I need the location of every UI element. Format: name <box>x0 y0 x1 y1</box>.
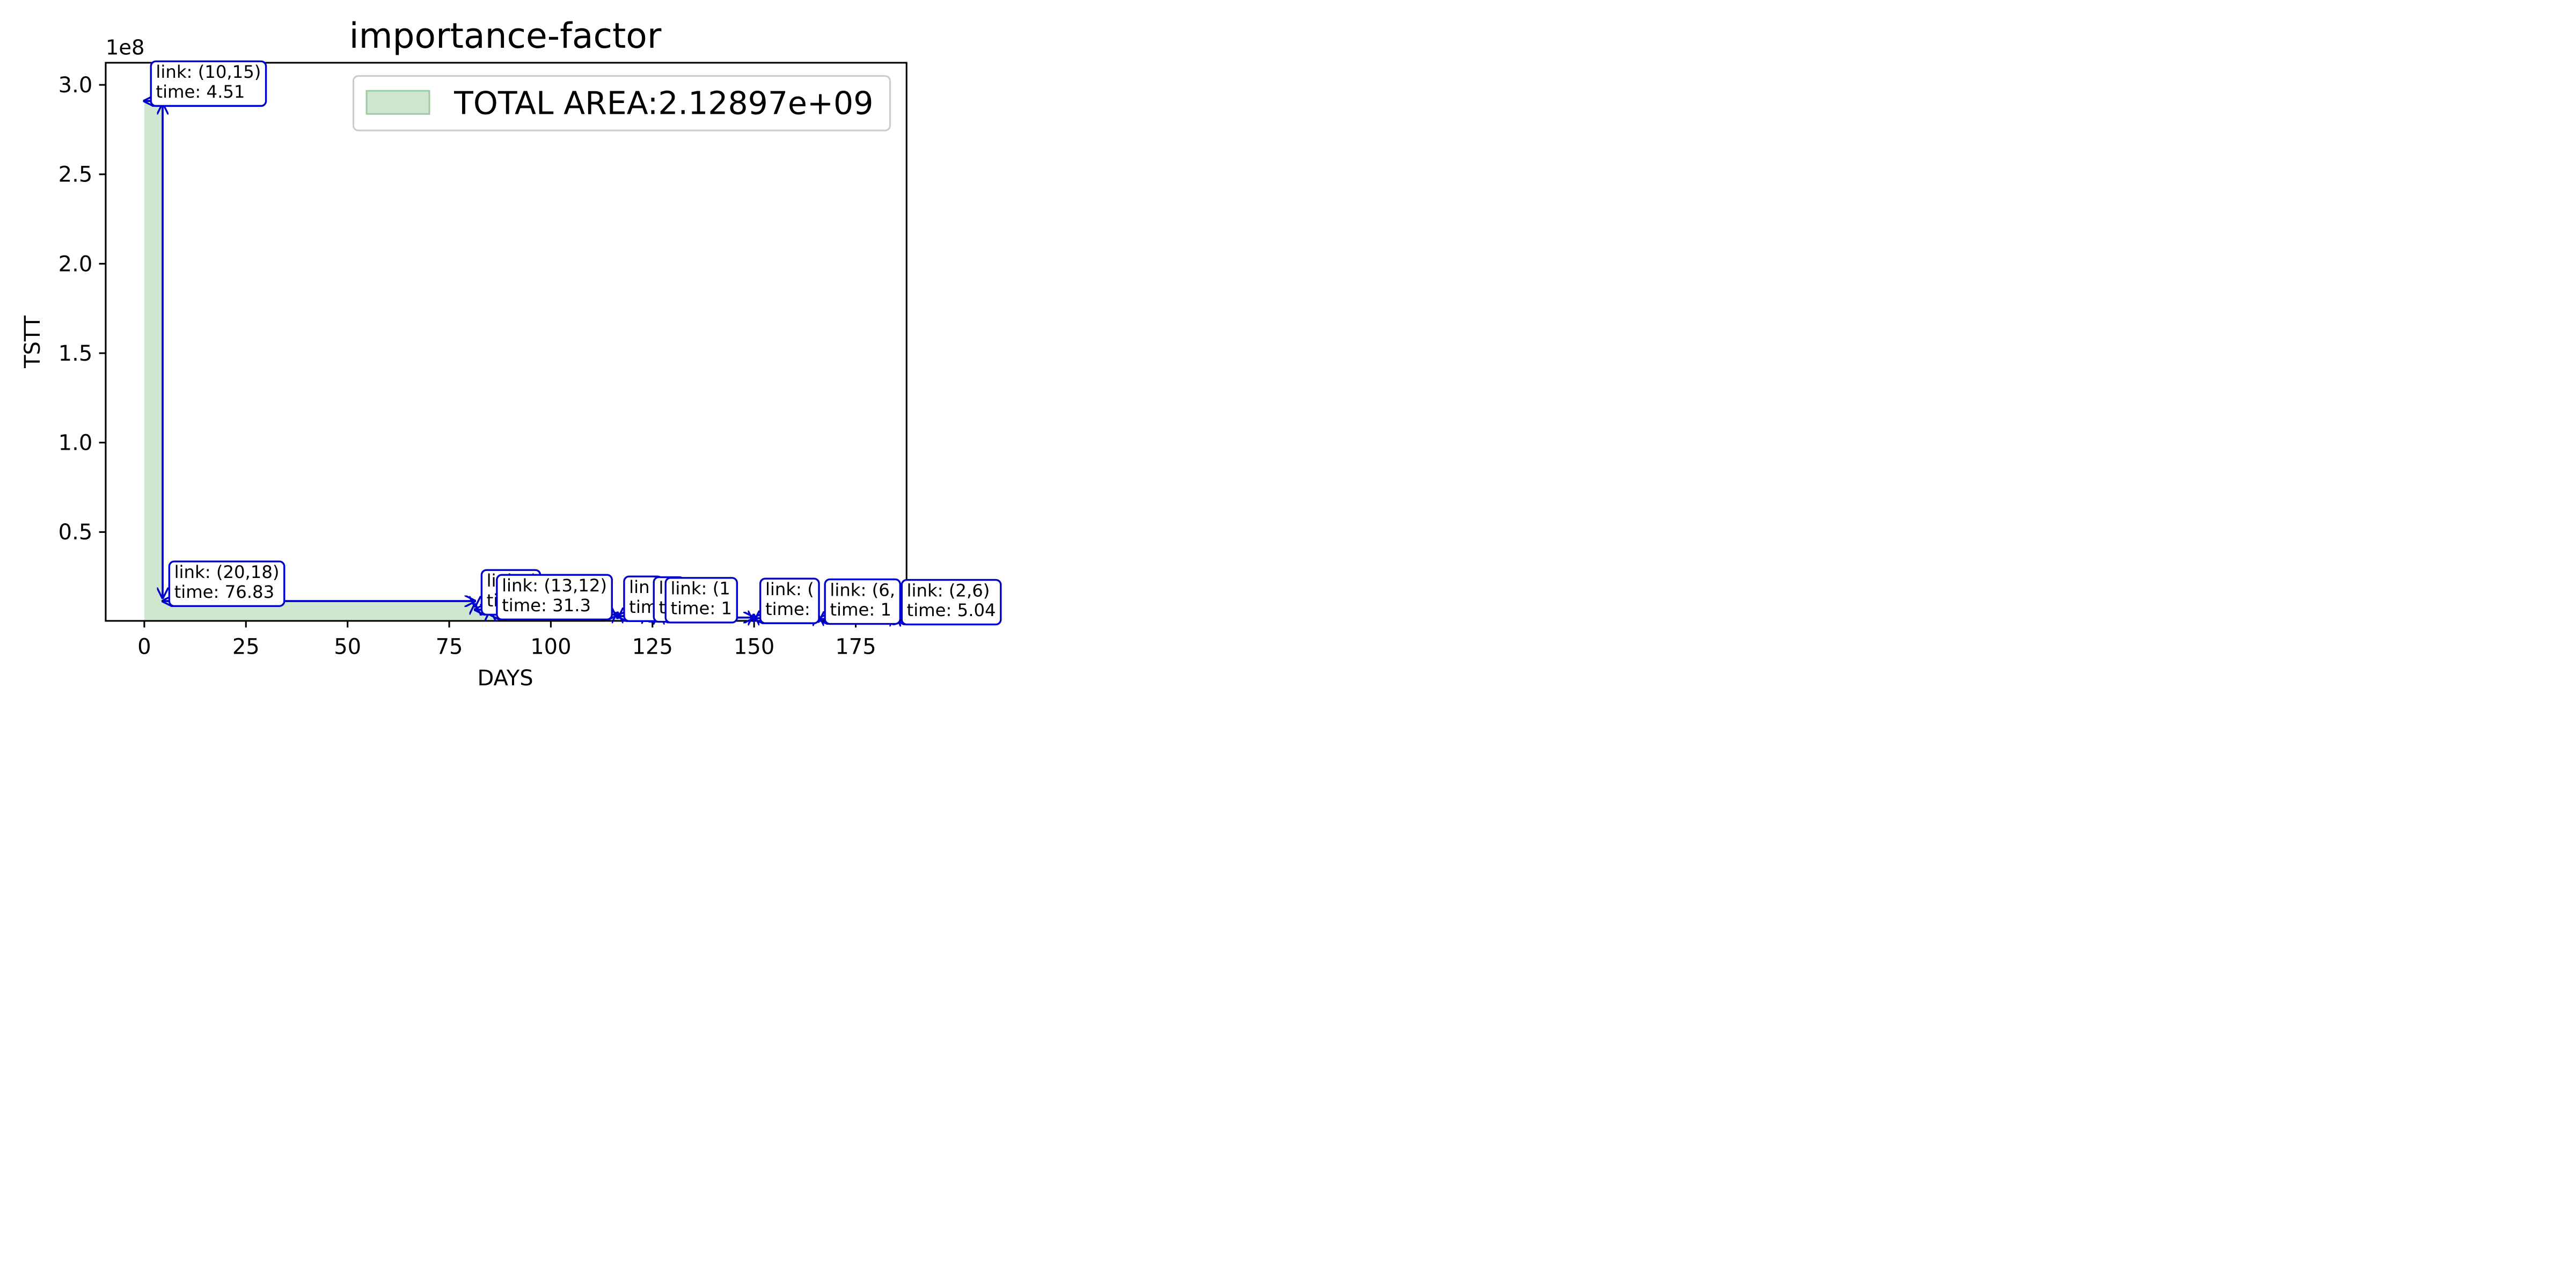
y-tick-label: 0.5 <box>58 520 93 545</box>
y-tick-label: 1.5 <box>58 341 93 366</box>
legend: TOTAL AREA:2.12897e+09 <box>352 75 891 131</box>
x-tick-label: 125 <box>632 634 673 659</box>
annotation-link-text: link: (1 <box>670 579 730 599</box>
chart-title: importance-factor <box>349 16 662 56</box>
annotation-time-text: time: 31.3 <box>502 595 591 616</box>
chart: importance-factor 1e8 0 25 50 75 100 125 150 17… <box>0 0 2576 1288</box>
annotation-box: link: (20,18)time: 76.83 <box>168 560 286 607</box>
annotation-box: link: (2,6)time: 5.04 <box>901 579 1002 626</box>
annotation-box: link: (1time: 1 <box>664 577 738 624</box>
annotation-time-text: time: 76.83 <box>174 582 275 602</box>
annotation-box: link: (6,time: 1 <box>824 578 901 625</box>
annotation-link-text: link: (6, <box>830 580 895 600</box>
y-axis-label: TSTT <box>20 315 45 369</box>
annotation-time-text: time: 5.04 <box>907 600 996 620</box>
annotation-link-text: link: (2,6) <box>907 580 990 601</box>
annotation-box: link: (10,15)time: 4.51 <box>150 60 267 107</box>
legend-label: TOTAL AREA:2.12897e+09 <box>453 85 873 121</box>
y-tick-label: 2.0 <box>58 252 93 276</box>
annotation-link-text: link: (13,12) <box>502 575 607 596</box>
y-tick-label: 2.5 <box>58 163 93 187</box>
annotation-time-text: time: <box>765 599 810 619</box>
annotation-time-text: time: 4.51 <box>156 82 245 102</box>
x-tick-label: 50 <box>334 634 361 659</box>
annotation-link-text: link: (10,15) <box>156 62 261 82</box>
annotation-link-text: link: (20,18) <box>174 562 280 582</box>
x-tick-label: 175 <box>835 634 876 659</box>
y-offset-text: 1e8 <box>106 36 145 60</box>
y-tick-label: 1.0 <box>58 431 93 456</box>
x-tick-label: 150 <box>734 634 774 659</box>
x-axis-label: DAYS <box>477 666 533 691</box>
annotation-link-text: lin <box>629 577 649 597</box>
annotation-box: link: (time: <box>759 577 820 624</box>
y-tick-label: 3.0 <box>58 73 93 98</box>
figure-background <box>0 0 2576 1288</box>
annotation-box: link: (13,12)time: 31.3 <box>496 574 613 620</box>
legend-swatch <box>365 90 430 115</box>
annotation-time-text: t <box>658 597 665 618</box>
x-tick-label: 75 <box>436 634 463 659</box>
annotation-time-text: time: 1 <box>670 598 732 619</box>
annotation-link-text: link: ( <box>765 579 814 599</box>
annotation-time-text: time: 1 <box>830 599 891 620</box>
x-tick-label: 25 <box>232 634 260 659</box>
x-tick-label: 100 <box>530 634 571 659</box>
x-tick-label: 0 <box>137 634 151 659</box>
